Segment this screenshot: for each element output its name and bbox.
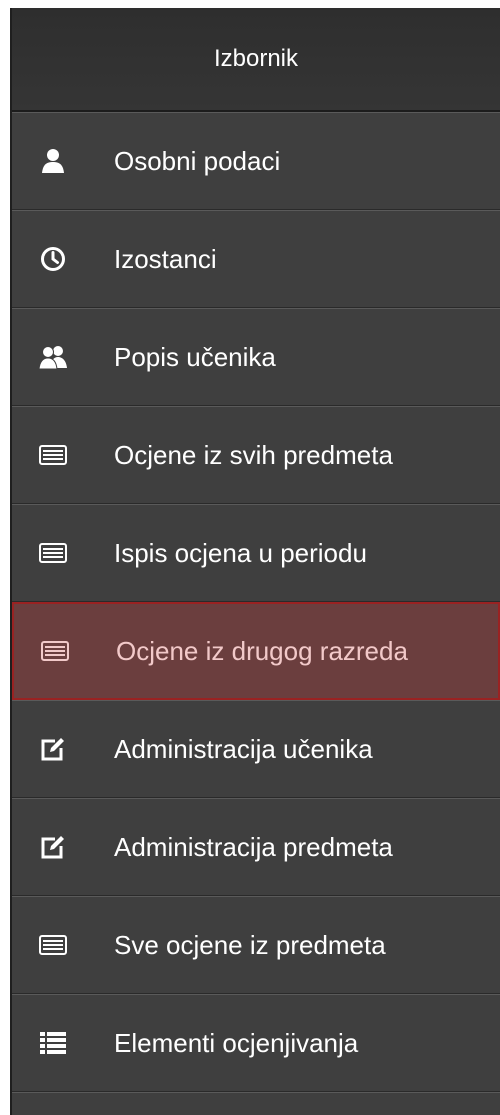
edit-icon — [38, 734, 68, 764]
menu-title: Izbornik — [213, 45, 299, 72]
menu-item-ocjene-iz-drugog-razreda[interactable]: Ocjene iz drugog razreda — [12, 602, 500, 700]
menu-header: Izbornik — [12, 8, 500, 112]
menu-item-izostanci[interactable]: Izostanci — [12, 210, 500, 308]
list-icon — [38, 1028, 68, 1058]
users-icon — [38, 342, 68, 372]
menu-item-label: Izostanci — [114, 243, 217, 274]
menu-bottom-divider — [12, 1092, 500, 1105]
menu-item-ocjene-iz-svih-predmeta[interactable]: Ocjene iz svih predmeta — [12, 406, 500, 504]
menu-item-label: Elementi ocjenjivanja — [114, 1027, 359, 1058]
list-card-icon — [40, 636, 70, 666]
menu-item-label: Ocjene iz svih predmeta — [114, 439, 393, 470]
list-card-icon — [38, 440, 68, 470]
menu-item-label: Sve ocjene iz predmeta — [114, 929, 386, 960]
menu-item-administracija-ucenika[interactable]: Administracija učenika — [12, 700, 500, 798]
edit-icon — [38, 832, 68, 862]
clock-icon — [38, 244, 68, 274]
sidebar-menu: Izbornik Osobni podaci Izostanci Popis u… — [10, 8, 500, 1115]
menu-item-label: Osobni podaci — [114, 145, 281, 176]
menu-item-label: Administracija učenika — [114, 733, 373, 764]
menu-item-sve-ocjene-iz-predmeta[interactable]: Sve ocjene iz predmeta — [12, 896, 500, 994]
user-icon — [38, 146, 68, 176]
menu-item-ispis-ocjena-u-periodu[interactable]: Ispis ocjena u periodu — [12, 504, 500, 602]
menu-item-label: Ocjene iz drugog razreda — [116, 635, 408, 666]
menu-item-administracija-predmeta[interactable]: Administracija predmeta — [12, 798, 500, 896]
menu-item-popis-ucenika[interactable]: Popis učenika — [12, 308, 500, 406]
menu-item-label: Ispis ocjena u periodu — [114, 537, 367, 568]
menu-item-label: Administracija predmeta — [114, 831, 393, 862]
list-card-icon — [38, 930, 68, 960]
menu-item-label: Popis učenika — [114, 341, 276, 372]
menu-item-osobni-podaci[interactable]: Osobni podaci — [12, 112, 500, 210]
menu-item-elementi-ocjenjivanja[interactable]: Elementi ocjenjivanja — [12, 994, 500, 1092]
list-card-icon — [38, 538, 68, 568]
